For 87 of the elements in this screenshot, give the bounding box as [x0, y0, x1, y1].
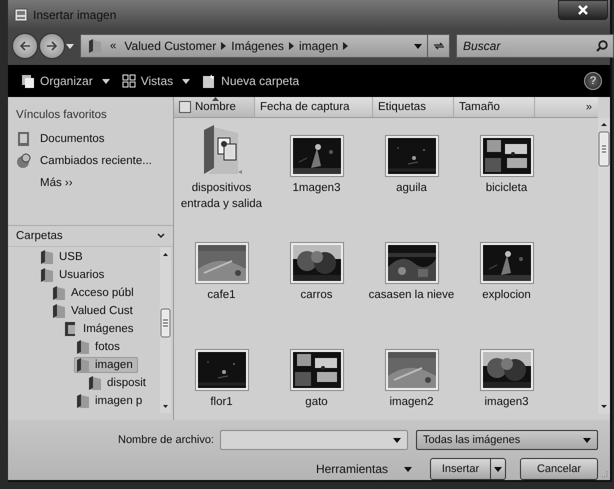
- column-header[interactable]: Fecha de captura: [255, 97, 373, 117]
- folder-icon: [51, 303, 66, 319]
- menu-button[interactable]: Organizar: [18, 72, 113, 90]
- close-button[interactable]: [558, 0, 608, 20]
- field-label: Nombre de archivo:: [118, 434, 214, 446]
- file-name[interactable]: bicicleta: [460, 180, 552, 196]
- folder-icon: [39, 267, 54, 283]
- folder-icon: [51, 285, 66, 301]
- breadcrumb-overflow[interactable]: «: [110, 40, 116, 52]
- toolbar-button[interactable]: Nueva carpeta: [199, 72, 302, 90]
- breadcrumb[interactable]: Valued Customer: [124, 39, 216, 53]
- column-header[interactable]: Tamaño: [454, 97, 535, 117]
- forward-button[interactable]: [39, 33, 65, 59]
- column-header[interactable]: Nombre: [174, 97, 255, 117]
- caret-icon: [583, 438, 591, 442]
- column-header[interactable]: Etiquetas: [373, 97, 454, 117]
- breadcrumb[interactable]: imagen: [298, 39, 338, 53]
- sort-arrow-icon: [212, 97, 219, 101]
- search-field[interactable]: Buscar: [456, 34, 614, 58]
- pages-icon: [21, 74, 35, 88]
- folder-icon: [87, 38, 102, 54]
- tree-item[interactable]: USB: [38, 249, 88, 265]
- file-name-field[interactable]: [220, 430, 408, 450]
- favorite-link[interactable]: Documentos: [16, 129, 173, 149]
- dropdown-caret-icon: [414, 44, 422, 48]
- new-folder-icon: [202, 74, 216, 88]
- tree-item[interactable]: Usuarios: [38, 267, 110, 283]
- file-name[interactable]: gato: [270, 394, 362, 410]
- file-name[interactable]: casasen la nieve: [366, 287, 458, 303]
- history-caret-icon: [66, 44, 74, 48]
- tools-menu[interactable]: Herramientas: [316, 462, 412, 476]
- file-name[interactable]: imagen2: [366, 394, 458, 410]
- documents-icon: [16, 131, 31, 147]
- file-name[interactable]: flor1: [176, 394, 268, 410]
- select-all-checkbox[interactable]: [179, 101, 191, 113]
- file-name[interactable]: explocion: [460, 287, 552, 303]
- arrow-icon: [46, 41, 58, 51]
- file-name[interactable]: carros: [270, 287, 362, 303]
- folder-icon: [75, 339, 90, 355]
- resize-grip-icon[interactable]: [600, 470, 608, 478]
- back-button[interactable]: [12, 33, 38, 59]
- file-name[interactable]: imagen3: [460, 394, 552, 410]
- caret-icon: [102, 78, 110, 84]
- chevron-down-icon: [157, 233, 165, 239]
- refresh-icon: [432, 41, 444, 51]
- tree-item[interactable]: imagen p: [74, 393, 148, 409]
- caret-icon: [393, 438, 401, 442]
- caret-icon: [494, 466, 502, 472]
- caret-icon: [404, 466, 412, 472]
- menu-button[interactable]: Vistas: [118, 72, 194, 90]
- help-button[interactable]: ?: [584, 72, 602, 90]
- folder-icon: [75, 357, 90, 373]
- favorite-link[interactable]: Más ››: [16, 173, 173, 193]
- cancel-button[interactable]: Cancelar: [520, 458, 598, 480]
- file-name[interactable]: dispositivos entrada y salida: [176, 180, 268, 212]
- tree-item[interactable]: Imágenes: [62, 321, 139, 337]
- arrow-icon: [19, 41, 31, 51]
- more-columns-button[interactable]: »: [580, 97, 598, 117]
- breadcrumb[interactable]: Imágenes: [231, 39, 284, 53]
- tree-item[interactable]: Valued Cust: [50, 303, 138, 319]
- folders-header[interactable]: Carpetas: [8, 225, 173, 247]
- favorite-link[interactable]: Cambiados reciente...: [16, 151, 173, 171]
- tree-item[interactable]: disposit: [86, 375, 151, 391]
- file-name[interactable]: cafe1: [176, 287, 268, 303]
- window-title: Insertar imagen: [33, 8, 116, 22]
- scrollbar[interactable]: [598, 118, 610, 414]
- chevron-icon: [288, 42, 294, 50]
- folder-icon: [75, 393, 90, 409]
- tree-item[interactable]: Acceso públ: [50, 285, 139, 301]
- folder-icon: [87, 375, 102, 391]
- scrollbar[interactable]: [160, 247, 171, 413]
- close-icon: [578, 5, 588, 15]
- file-name[interactable]: 1magen3: [270, 180, 362, 196]
- window-icon: [14, 8, 28, 22]
- file-name[interactable]: aguila: [366, 180, 458, 196]
- file-type-dropdown[interactable]: Todas las imágenes: [416, 430, 598, 450]
- folder-icon: [39, 249, 54, 265]
- tree-item[interactable]: fotos: [74, 339, 125, 355]
- pictures-folder-icon: [63, 321, 78, 337]
- address-bar[interactable]: « Valued Customer Imágenes imagen: [80, 34, 450, 58]
- views-icon: [122, 74, 136, 88]
- chevron-icon: [343, 42, 348, 50]
- chevron-icon: [221, 42, 226, 50]
- tree-item[interactable]: imagen: [74, 357, 138, 373]
- section-heading: Vínculos favoritos: [16, 109, 108, 121]
- insert-button[interactable]: Insertar: [430, 458, 506, 480]
- caret-icon: [182, 78, 190, 84]
